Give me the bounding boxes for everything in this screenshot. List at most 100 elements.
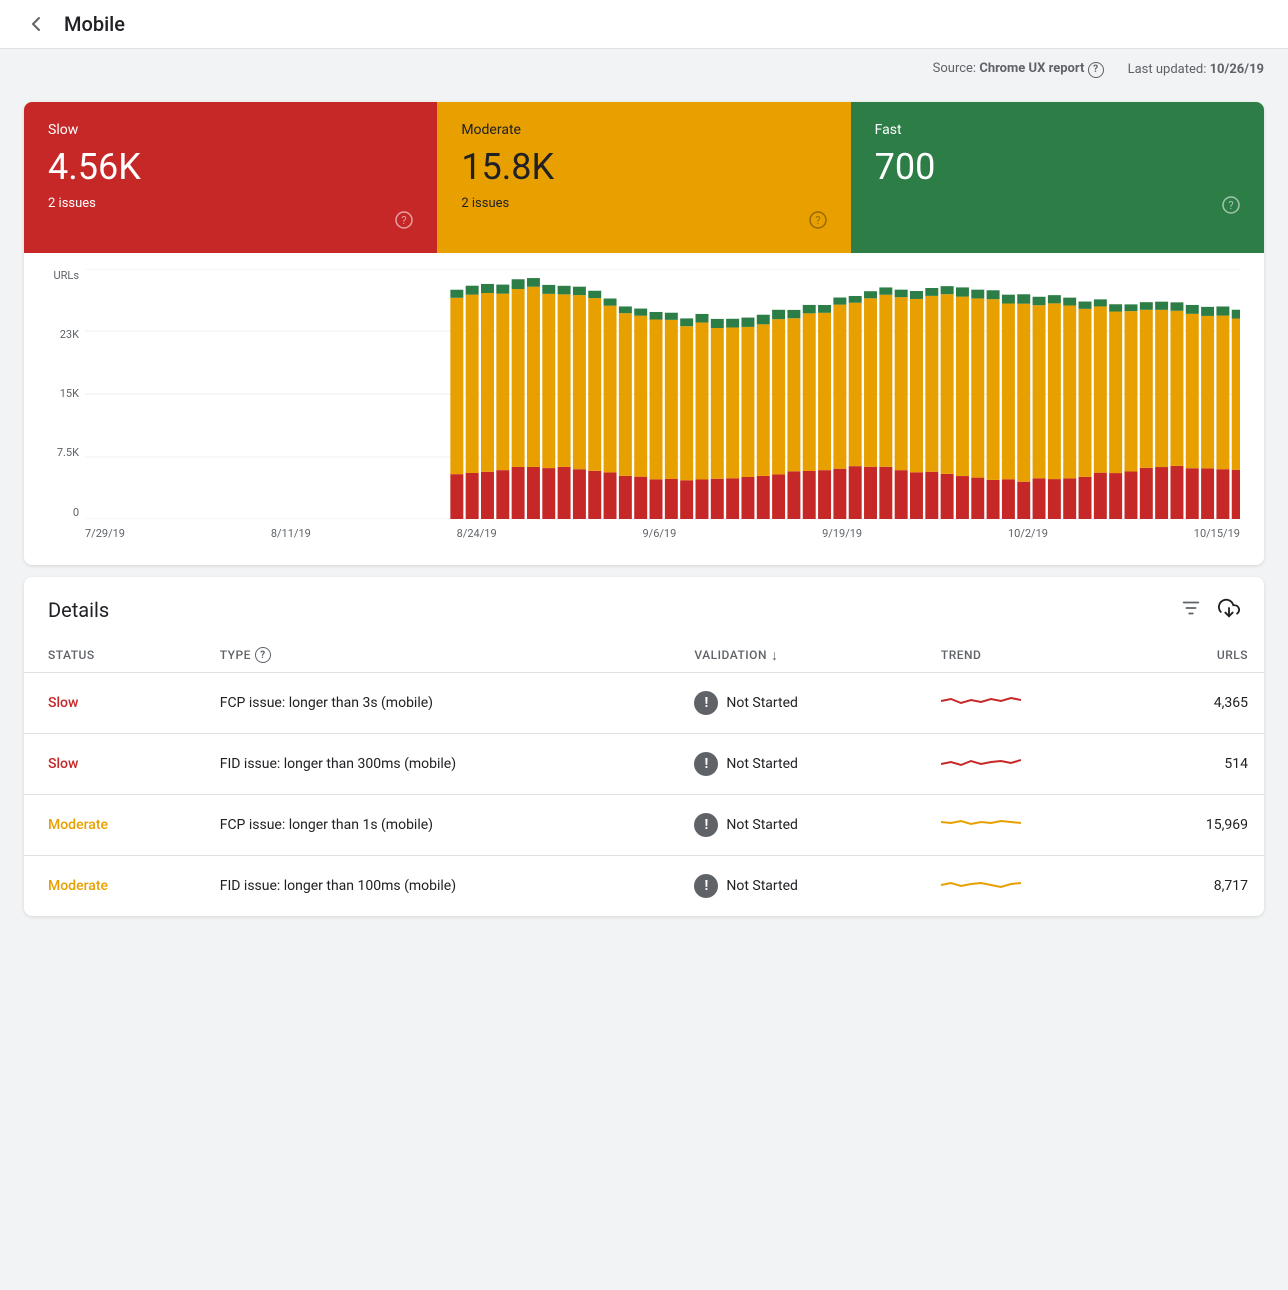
moderate-issues: 2 issues <box>461 196 826 211</box>
svg-text:?: ? <box>402 214 407 227</box>
row-status: Slow <box>24 672 196 733</box>
chart-area: URLs 23K 15K 7.5K 0 <box>24 253 1264 565</box>
row-trend <box>917 672 1123 733</box>
updated-value: 10/26/19 <box>1210 62 1264 77</box>
row-urls: 8,717 <box>1123 855 1264 916</box>
svg-text:?: ? <box>815 214 820 227</box>
y-label-15k: 15K <box>60 387 79 400</box>
table-header-row: Status Type ? Validation ↓ Trend URLs <box>24 639 1264 673</box>
not-started-label: Not Started <box>726 817 798 833</box>
bars-chart <box>85 269 1240 519</box>
row-trend <box>917 855 1123 916</box>
x-label-4: 9/19/19 <box>822 527 862 540</box>
row-type: FID issue: longer than 300ms (mobile) <box>196 733 671 794</box>
chart-y-axis: URLs 23K 15K 7.5K 0 <box>40 269 85 519</box>
trend-sparkline <box>941 811 1021 835</box>
back-button[interactable] <box>24 12 48 36</box>
trend-sparkline <box>941 872 1021 896</box>
col-header-trend: Trend <box>917 639 1123 673</box>
row-urls: 15,969 <box>1123 794 1264 855</box>
svg-text:?: ? <box>1228 199 1233 212</box>
source-help-icon[interactable]: ? <box>1088 62 1104 78</box>
trend-sparkline <box>941 750 1021 774</box>
download-icon[interactable] <box>1218 597 1240 623</box>
x-label-1: 8/11/19 <box>271 527 311 540</box>
col-header-type: Type ? <box>196 639 671 673</box>
not-started-label: Not Started <box>726 878 798 894</box>
row-trend <box>917 794 1123 855</box>
not-started-icon: ! <box>694 752 718 776</box>
x-label-2: 8/24/19 <box>457 527 497 540</box>
row-status: Moderate <box>24 794 196 855</box>
details-header: Details <box>24 577 1264 639</box>
table-row[interactable]: SlowFID issue: longer than 300ms (mobile… <box>24 733 1264 794</box>
overview-card: Slow 4.56K 2 issues ? Moderate 15.8K 2 i… <box>24 102 1264 565</box>
chart-x-axis: 7/29/19 8/11/19 8/24/19 9/6/19 9/19/19 1… <box>85 519 1240 549</box>
slow-value: 4.56K <box>48 146 413 188</box>
chart-container: URLs 23K 15K 7.5K 0 <box>40 269 1240 549</box>
col-header-validation[interactable]: Validation ↓ <box>670 639 916 673</box>
x-label-3: 9/6/19 <box>642 527 676 540</box>
y-label-7k: 7.5K <box>57 446 79 459</box>
y-label-title: URLs <box>53 269 79 282</box>
fast-help-icon[interactable]: ? <box>1222 196 1240 218</box>
x-label-5: 10/2/19 <box>1008 527 1048 540</box>
row-validation: ! Not Started <box>670 855 916 916</box>
moderate-help-icon[interactable]: ? <box>809 211 827 233</box>
updated-info: Last updated: 10/26/19 <box>1128 62 1264 77</box>
filter-icon[interactable] <box>1180 597 1202 623</box>
x-label-0: 7/29/19 <box>85 527 125 540</box>
y-label-23k: 23K <box>60 328 79 341</box>
source-info: Source: Chrome UX report ? <box>933 61 1104 78</box>
row-type: FCP issue: longer than 3s (mobile) <box>196 672 671 733</box>
y-label-0: 0 <box>73 506 79 519</box>
moderate-card: Moderate 15.8K 2 issues ? <box>437 102 850 253</box>
row-status: Moderate <box>24 855 196 916</box>
details-title: Details <box>48 598 109 622</box>
page-header: Mobile <box>0 0 1288 49</box>
details-card: Details Status <box>24 577 1264 916</box>
x-label-6: 10/15/19 <box>1194 527 1240 540</box>
row-type: FID issue: longer than 100ms (mobile) <box>196 855 671 916</box>
row-validation: ! Not Started <box>670 672 916 733</box>
fast-label: Fast <box>875 122 1240 138</box>
chart-plot: (function() { const svg = document.getEl… <box>85 269 1240 519</box>
not-started-label: Not Started <box>726 695 798 711</box>
page-title: Mobile <box>64 12 125 36</box>
fast-card: Fast 700 ? <box>851 102 1264 253</box>
sort-down-icon: ↓ <box>771 647 779 664</box>
slow-card: Slow 4.56K 2 issues ? <box>24 102 437 253</box>
table-row[interactable]: ModerateFID issue: longer than 100ms (mo… <box>24 855 1264 916</box>
details-table: Status Type ? Validation ↓ Trend URLs <box>24 639 1264 916</box>
source-label: Source: <box>933 61 976 76</box>
updated-label: Last updated: <box>1128 62 1207 77</box>
trend-sparkline <box>941 689 1021 713</box>
summary-cards: Slow 4.56K 2 issues ? Moderate 15.8K 2 i… <box>24 102 1264 253</box>
meta-bar: Source: Chrome UX report ? Last updated:… <box>0 49 1288 90</box>
not-started-icon: ! <box>694 874 718 898</box>
row-type: FCP issue: longer than 1s (mobile) <box>196 794 671 855</box>
not-started-icon: ! <box>694 813 718 837</box>
col-header-urls: URLs <box>1123 639 1264 673</box>
col-header-status: Status <box>24 639 196 673</box>
row-validation: ! Not Started <box>670 794 916 855</box>
row-status: Slow <box>24 733 196 794</box>
row-trend <box>917 733 1123 794</box>
type-help-icon[interactable]: ? <box>255 647 271 663</box>
not-started-label: Not Started <box>726 756 798 772</box>
slow-label: Slow <box>48 122 413 138</box>
moderate-value: 15.8K <box>461 146 826 188</box>
not-started-icon: ! <box>694 691 718 715</box>
moderate-label: Moderate <box>461 122 826 138</box>
details-actions <box>1180 597 1240 623</box>
fast-value: 700 <box>875 146 1240 188</box>
slow-help-icon[interactable]: ? <box>395 211 413 233</box>
details-tbody: SlowFCP issue: longer than 3s (mobile)! N… <box>24 672 1264 916</box>
source-value: Chrome UX report <box>979 61 1084 76</box>
row-validation: ! Not Started <box>670 733 916 794</box>
slow-issues: 2 issues <box>48 196 413 211</box>
row-urls: 4,365 <box>1123 672 1264 733</box>
table-row[interactable]: ModerateFCP issue: longer than 1s (mobil… <box>24 794 1264 855</box>
table-row[interactable]: SlowFCP issue: longer than 3s (mobile)! N… <box>24 672 1264 733</box>
row-urls: 514 <box>1123 733 1264 794</box>
